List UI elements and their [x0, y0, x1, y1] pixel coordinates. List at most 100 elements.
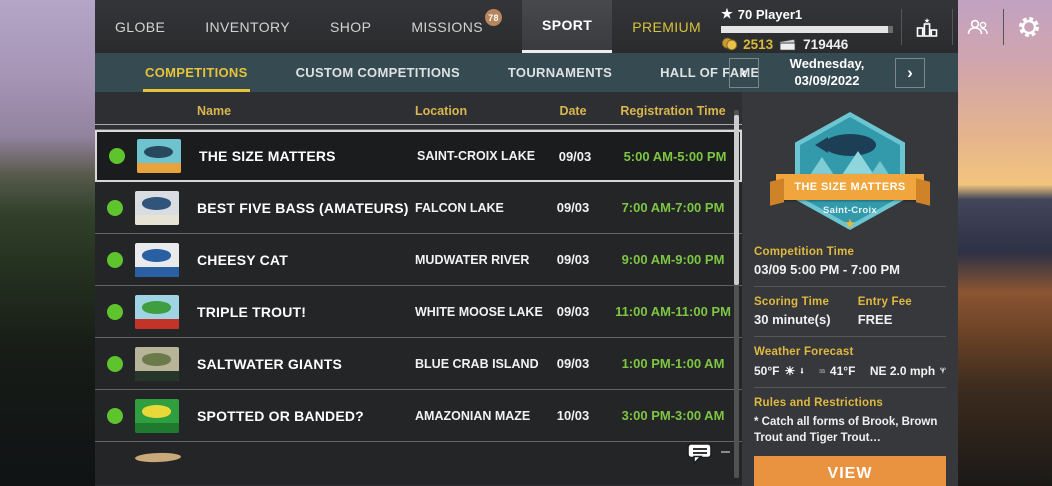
competition-details-panel: THE SIZE MATTERS Saint-Croix ★ Competiti… — [742, 92, 958, 486]
entry-fee-label: Entry Fee — [857, 296, 912, 308]
view-button[interactable]: VIEW — [754, 456, 946, 486]
logo-banner — [135, 214, 179, 225]
chat-button[interactable] — [686, 441, 714, 467]
competitions-table: Name Location Date Registration Time THE… — [95, 92, 742, 486]
competition-date: 09/03 — [556, 304, 590, 319]
scoring-time-label: Scoring Time — [754, 296, 830, 308]
competition-logo — [135, 242, 179, 277]
competition-location: FALCON LAKE — [415, 200, 504, 215]
player-info[interactable]: ★ 70 Player1 2513 719446 — [721, 1, 894, 52]
weather-forecast-label: Weather Forecast — [754, 346, 854, 358]
competition-date: 09/03 — [556, 200, 590, 215]
registration-time: 11:00 AM-11:00 PM — [615, 304, 731, 319]
tab-tournaments[interactable]: TOURNAMENTS — [484, 53, 636, 92]
settings-button[interactable] — [1012, 7, 1046, 47]
divider — [754, 387, 946, 388]
status-dot — [107, 303, 123, 320]
logo-banner — [135, 422, 179, 433]
thermometer-icon — [801, 367, 804, 374]
competition-logo-partial — [134, 452, 182, 463]
player-cluster: ★ 70 Player1 2513 719446 ★ — [721, 0, 1050, 53]
scrollbar-thumb[interactable] — [734, 115, 739, 285]
table-row[interactable]: CHEESY CAT MUDWATER RIVER 09/03 9:00 AM-9:0… — [95, 234, 742, 286]
tab-competitions[interactable]: COMPETITIONS — [121, 53, 272, 92]
table-header: Name Location Date Registration Time — [95, 92, 742, 130]
rules-text: * Catch all forms of Brook, Brown Trout … — [754, 416, 938, 444]
tab-missions[interactable]: MISSIONS 78 — [391, 0, 522, 53]
tab-premium[interactable]: PREMIUM — [612, 0, 721, 53]
anemometer-icon — [940, 367, 946, 374]
sport-window: GLOBE INVENTORY SHOP MISSIONS 78 SPORT P… — [95, 0, 1040, 486]
badge-star-icon: ★ — [844, 216, 856, 231]
competition-name: TRIPLE TROUT! — [197, 303, 307, 320]
entry-fee-value: FREE — [857, 312, 893, 327]
status-dot — [109, 148, 125, 164]
status-dot — [107, 407, 123, 424]
tab-inventory[interactable]: INVENTORY — [185, 0, 310, 53]
header-location: Location — [415, 104, 468, 118]
game-screen: GLOBE INVENTORY SHOP MISSIONS 78 SPORT P… — [0, 0, 1052, 486]
missions-count-badge: 78 — [484, 9, 502, 26]
sport-sub-nav: COMPETITIONS CUSTOM COMPETITIONS TOURNAM… — [95, 53, 958, 92]
next-day-button[interactable]: › — [895, 57, 925, 88]
air-temp-value: 50°F — [754, 363, 780, 378]
status-dot — [107, 199, 123, 216]
table-row[interactable]: SALTWATER GIANTS BLUE CRAB ISLAND 09/03 1:0… — [95, 338, 742, 390]
sun-icon: ☀ — [784, 363, 796, 378]
coins-balance: 2513 — [743, 36, 774, 52]
competition-location: MUDWATER RIVER — [415, 252, 530, 267]
cash-balance: 719446 — [803, 36, 849, 52]
chevron-left-icon: ‹ — [741, 63, 747, 82]
status-dot — [107, 355, 123, 372]
logo-banner — [135, 266, 179, 277]
badge-subtitle: Saint-Croix — [823, 205, 877, 216]
registration-time: 5:00 AM-5:00 PM — [623, 148, 727, 164]
header-registration-time: Registration Time — [620, 104, 726, 118]
top-nav-bar: GLOBE INVENTORY SHOP MISSIONS 78 SPORT P… — [95, 0, 1040, 53]
player-level-name: 70 Player1 — [737, 6, 803, 22]
competition-logo — [137, 139, 181, 173]
competition-badge: THE SIZE MATTERS Saint-Croix ★ — [772, 112, 928, 242]
registration-time: 7:00 AM-7:00 PM — [621, 200, 725, 215]
divider — [1003, 8, 1005, 45]
rules-label: Rules and Restrictions — [754, 397, 884, 409]
competition-date: 09/03 — [556, 356, 590, 371]
logo-fish-icon — [141, 353, 171, 366]
competition-location: AMAZONIAN MAZE — [415, 408, 531, 423]
competition-logo — [135, 346, 179, 381]
divider — [952, 8, 954, 45]
tab-custom-competitions[interactable]: CUSTOM COMPETITIONS — [272, 53, 484, 92]
competition-name: CHEESY CAT — [197, 251, 288, 268]
table-row[interactable]: TRIPLE TROUT! WHITE MOOSE LAKE 09/03 11:00 … — [95, 286, 742, 338]
registration-time: 3:00 PM-3:00 AM — [621, 408, 725, 423]
logo-fish-icon — [143, 145, 173, 159]
table-row[interactable]: SPOTTED OR BANDED? AMAZONIAN MAZE 10/03 3:0… — [95, 390, 742, 442]
table-scrollbar[interactable] — [734, 110, 739, 478]
logo-banner — [135, 318, 179, 329]
competition-time-value: 03/09 5:00 PM - 7:00 PM — [754, 262, 900, 277]
tab-globe[interactable]: GLOBE — [95, 0, 185, 53]
logo-fish-icon — [141, 249, 171, 262]
competition-name: SPOTTED OR BANDED? — [197, 407, 364, 424]
table-row[interactable]: THE SIZE MATTERS SAINT-CROIX LAKE 09/03 5:0… — [95, 130, 742, 182]
competition-date: 09/03 — [556, 252, 590, 267]
competition-logo — [135, 190, 179, 225]
friends-button[interactable] — [961, 7, 995, 47]
table-row-partial[interactable] — [95, 442, 742, 485]
leaderboard-button[interactable]: ★ — [910, 7, 944, 47]
competitions-content: Name Location Date Registration Time THE… — [95, 92, 958, 486]
competition-rows: THE SIZE MATTERS SAINT-CROIX LAKE 09/03 5:0… — [95, 130, 742, 442]
level-star-icon: ★ — [721, 6, 733, 21]
table-row[interactable]: BEST FIVE BASS (AMATEURS) FALCON LAKE 09/0… — [95, 182, 742, 234]
prev-day-button[interactable]: ‹ — [729, 57, 759, 88]
registration-time: 9:00 AM-9:00 PM — [621, 252, 725, 267]
competition-name: BEST FIVE BASS (AMATEURS) — [197, 199, 409, 216]
logo-fish-icon — [141, 405, 171, 418]
tab-shop[interactable]: SHOP — [310, 0, 391, 53]
logo-fish-icon — [141, 197, 171, 210]
tab-missions-label: MISSIONS — [411, 18, 483, 35]
tab-sport[interactable]: SPORT — [521, 0, 613, 53]
xp-progress-fill — [721, 26, 888, 33]
background-photo-left — [0, 0, 96, 486]
competition-time-label: Competition Time — [754, 246, 855, 258]
